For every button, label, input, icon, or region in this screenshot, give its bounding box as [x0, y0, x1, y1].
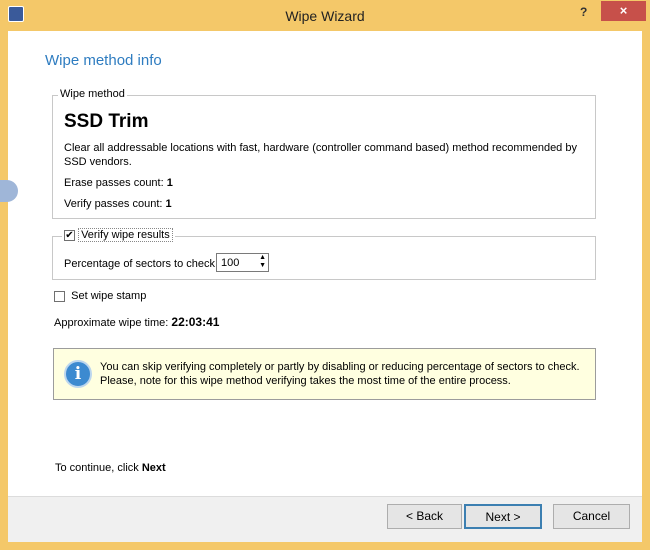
erase-value: 1 [166, 177, 173, 189]
wizard-content: Wipe method info Wipe method SSD Trim Cl… [0, 31, 642, 542]
collapse-arrow-icon[interactable] [0, 180, 18, 202]
close-button[interactable]: × [601, 1, 646, 21]
verify-value: 1 [165, 198, 172, 210]
wipe-time-label: Approximate wipe time: [54, 317, 169, 329]
verify-label[interactable]: Verify wipe results [78, 228, 173, 242]
page-title: Wipe method info [45, 52, 162, 69]
verify-group: ✔ Verify wipe results Percentage of sect… [52, 228, 596, 280]
verify-checkbox[interactable]: ✔ Verify wipe results [62, 228, 175, 242]
info-icon: i [64, 360, 92, 388]
title-bar: Wipe Wizard ? × [0, 0, 650, 31]
help-button[interactable]: ? [580, 5, 587, 19]
method-name: SSD Trim [64, 111, 149, 132]
spinner-arrows-icon[interactable]: ▲ ▼ [259, 254, 266, 270]
wipe-stamp-checkbox[interactable]: Set wipe stamp [54, 290, 146, 302]
button-bar [8, 496, 642, 542]
cancel-button[interactable]: Cancel [553, 504, 630, 529]
continue-text: To continue, click [55, 462, 139, 474]
checkbox-unchecked-icon[interactable] [54, 290, 65, 302]
wipe-stamp-label[interactable]: Set wipe stamp [71, 290, 146, 302]
method-description: Clear all addressable locations with fas… [64, 142, 577, 168]
erase-label: Erase passes count: [64, 177, 164, 189]
info-text: You can skip verifying completely or par… [100, 361, 580, 387]
percentage-label: Percentage of sectors to check: [64, 258, 219, 270]
checkbox-checked-icon[interactable]: ✔ [64, 229, 75, 241]
window-title: Wipe Wizard [285, 8, 365, 24]
verify-label: Verify passes count: [64, 198, 163, 210]
next-button[interactable]: Next > [464, 504, 542, 529]
back-button[interactable]: < Back [387, 504, 462, 529]
continue-next: Next [141, 462, 166, 474]
wipe-method-group: Wipe method SSD Trim Clear all addressab… [52, 88, 596, 219]
percentage-value[interactable]: 100 [221, 257, 239, 269]
info-box: i You can skip verifying completely or p… [53, 348, 596, 400]
group-legend: Wipe method [58, 88, 127, 100]
wipe-time-value: 22:03:41 [171, 315, 220, 329]
percentage-spinner[interactable]: 100 ▲ ▼ [216, 253, 269, 272]
